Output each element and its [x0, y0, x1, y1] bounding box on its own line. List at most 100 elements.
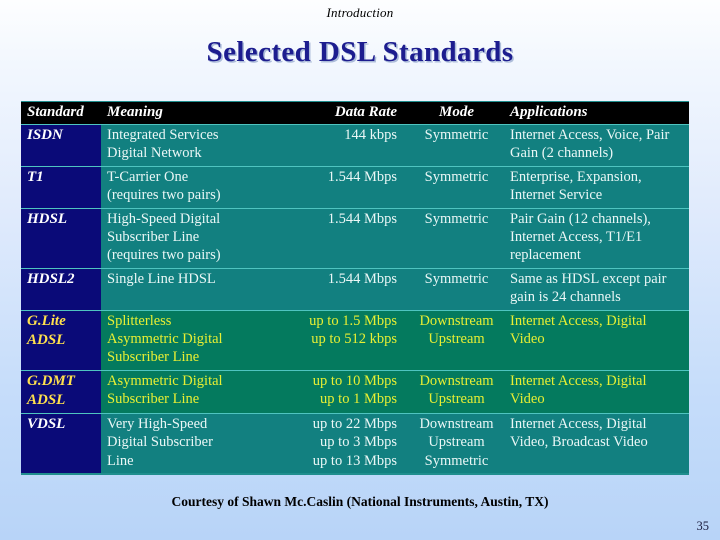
page-title: Selected DSL Standards — [206, 36, 514, 68]
table-header: Standard Meaning Data Rate Mode Applicat… — [21, 102, 689, 125]
cell-meaning-1: T-Carrier One (requires two pairs) — [101, 165, 287, 209]
cell-meaning-0: Integrated Services Digital Network — [101, 124, 287, 167]
cell-line: Symmetric — [424, 210, 489, 227]
dsl-standards-table: Standard Meaning Data Rate Mode Applicat… — [21, 102, 689, 474]
cell-line: Downstream — [419, 312, 494, 329]
cell-applications-1: Enterprise, Expansion, Internet Service — [504, 165, 689, 209]
slide-kicker: Introduction — [326, 5, 394, 20]
cell-mode-4: Downstream Upstream — [409, 309, 504, 371]
cell-line: up to 22 Mbps — [312, 415, 397, 432]
cell-line: Pair Gain (12 channels), — [510, 210, 651, 227]
table-row: VDSL Very High-Speed Digital Subscriber Lin… — [21, 412, 689, 474]
cell-line: Asymmetric Digital — [107, 331, 223, 348]
cell-line: Downstream — [419, 372, 494, 389]
cell-line: Integrated Services — [107, 127, 219, 143]
cell-data-rate-0: 144 kbps — [287, 124, 409, 167]
table-row: G.Lite ADSL Splitterless Asymmetric Digital… — [21, 309, 689, 371]
cell-line: Symmetric — [424, 127, 489, 143]
cell-line: up to 1.5 Mbps — [309, 312, 397, 329]
cell-line: Very High-Speed — [107, 415, 208, 432]
cell-meaning-6: Very High-Speed Digital Subscriber Line — [101, 412, 287, 474]
cell-line: gain is 24 channels — [510, 289, 621, 306]
cell-line: Upstream — [428, 391, 485, 408]
cell-meaning-3: Single Line HDSL — [101, 267, 287, 311]
cell-line: Digital Network — [107, 145, 202, 162]
cell-line: Video — [510, 331, 545, 348]
cell-applications-6: Internet Access, Digital Video, Broadcast… — [504, 412, 689, 474]
cell-line: up to 1 Mbps — [320, 391, 397, 408]
cell-line: 1.544 Mbps — [327, 210, 397, 227]
column-header-meaning: Meaning — [101, 102, 287, 125]
cell-standard-2: HDSL — [21, 207, 101, 269]
cell-mode-6: Downstream Upstream Symmetric — [409, 412, 504, 474]
cell-line: Single Line HDSL — [107, 270, 216, 287]
cell-line: G.Lite — [27, 312, 66, 329]
cell-data-rate-5: up to 10 Mbps up to 1 Mbps — [287, 369, 409, 414]
cell-data-rate-2: 1.544 Mbps — [287, 207, 409, 269]
cell-line: Upstream — [428, 434, 485, 451]
table-header-row: Standard Meaning Data Rate Mode Applicat… — [21, 102, 689, 125]
cell-line: Internet Access, Digital — [510, 312, 647, 329]
cell-mode-1: Symmetric — [409, 165, 504, 209]
cell-line: Internet Access, T1/E1 — [510, 229, 643, 246]
cell-standard-3: HDSL2 — [21, 267, 101, 311]
cell-line: Splitterless — [107, 312, 172, 329]
cell-line: up to 512 kbps — [311, 331, 397, 348]
cell-line: Internet Service — [510, 187, 603, 204]
cell-line: replacement — [510, 247, 581, 264]
dsl-standards-table-wrapper: Standard Meaning Data Rate Mode Applicat… — [21, 101, 689, 476]
cell-line: Video — [510, 391, 545, 408]
cell-line: Digital Subscriber — [107, 434, 213, 451]
cell-line: T-Carrier One — [107, 168, 189, 185]
cell-line: up to 10 Mbps — [312, 372, 397, 389]
cell-line: (requires two pairs) — [107, 187, 221, 204]
cell-data-rate-1: 1.544 Mbps — [287, 165, 409, 209]
cell-line: 144 kbps — [344, 127, 397, 143]
cell-applications-2: Pair Gain (12 channels), Internet Access,… — [504, 207, 689, 269]
cell-standard-6: VDSL — [21, 412, 101, 474]
cell-line: Symmetric — [424, 270, 489, 287]
cell-meaning-4: Splitterless Asymmetric Digital Subscriber… — [101, 309, 287, 371]
cell-line: Video, Broadcast Video — [510, 434, 648, 451]
cell-line: Internet Access, Voice, Pair — [510, 127, 670, 143]
table-row: HDSL High-Speed Digital Subscriber Line (re… — [21, 207, 689, 269]
cell-line: HDSL2 — [27, 270, 75, 287]
cell-data-rate-6: up to 22 Mbps up to 3 Mbps up to 13 Mbps — [287, 412, 409, 474]
cell-data-rate-3: 1.544 Mbps — [287, 267, 409, 311]
cell-line: Symmetric — [424, 452, 489, 469]
slide-canvas: Introduction Selected DSL Standards Stan… — [0, 0, 720, 540]
cell-line: ADSL — [27, 391, 66, 408]
cell-applications-5: Internet Access, Digital Video — [504, 369, 689, 414]
cell-line: G.DMT — [27, 372, 75, 389]
cell-line: Internet Access, Digital — [510, 372, 647, 389]
column-header-standard: Standard — [21, 102, 101, 125]
cell-line: ADSL — [27, 331, 66, 348]
cell-line: Line — [107, 452, 134, 469]
cell-line: (requires two pairs) — [107, 247, 221, 264]
table-row: T1 T-Carrier One (requires two pairs) 1.544… — [21, 165, 689, 209]
cell-line: HDSL — [27, 210, 68, 227]
cell-mode-5: Downstream Upstream — [409, 369, 504, 414]
cell-line: up to 3 Mbps — [320, 434, 397, 451]
table-body: ISDN Integrated Services Digital Network 14… — [21, 124, 689, 474]
table-row: G.DMT ADSL Asymmetric Digital Subscriber Li… — [21, 369, 689, 414]
column-header-applications: Applications — [504, 102, 689, 125]
cell-line: Gain (2 channels) — [510, 145, 614, 162]
cell-line: High-Speed Digital — [107, 210, 221, 227]
cell-mode-0: Symmetric — [409, 124, 504, 167]
cell-line: 1.544 Mbps — [327, 270, 397, 287]
cell-applications-3: Same as HDSL except pair gain is 24 chann… — [504, 267, 689, 311]
column-header-mode: Mode — [409, 102, 504, 125]
cell-line: VDSL — [27, 415, 66, 432]
cell-data-rate-4: up to 1.5 Mbps up to 512 kbps — [287, 309, 409, 371]
cell-line: 1.544 Mbps — [327, 168, 397, 185]
cell-applications-0: Internet Access, Voice, Pair Gain (2 chan… — [504, 124, 689, 167]
cell-line: Subscriber Line — [107, 391, 200, 408]
table-row: HDSL2 Single Line HDSL 1.544 Mbps Symmetric… — [21, 267, 689, 311]
cell-mode-2: Symmetric — [409, 207, 504, 269]
cell-line: ISDN — [27, 127, 63, 143]
cell-standard-1: T1 — [21, 165, 101, 209]
cell-meaning-2: High-Speed Digital Subscriber Line (requir… — [101, 207, 287, 269]
cell-line: Subscriber Line — [107, 349, 200, 366]
cell-line: Same as HDSL except pair — [510, 270, 667, 287]
